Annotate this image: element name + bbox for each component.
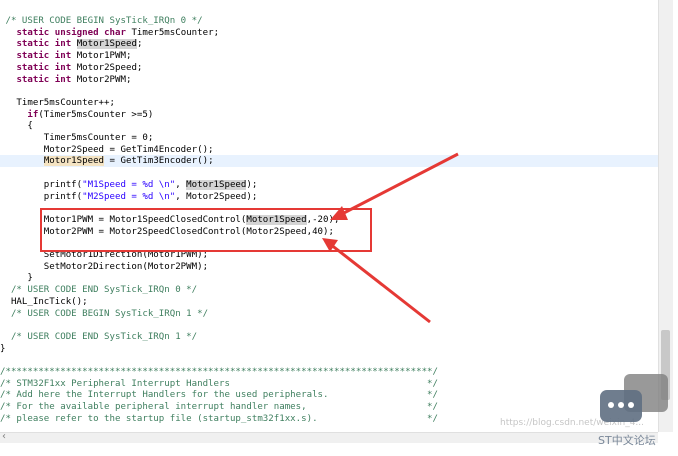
highlight-box [40,208,372,252]
code-token: (Timer5msCounter >=5) [38,109,154,120]
code-line[interactable]: Timer5msCounter++; [0,97,115,109]
code-token: /* For the available peripheral interrup… [0,402,438,413]
code-line[interactable]: Motor2Speed = GetTim4Encoder(); [0,144,214,156]
code-line[interactable]: SetMotor2Direction(Motor2PWM); [0,261,208,273]
code-token: HAL_IncTick(); [0,296,88,307]
code-token: unsigned [54,27,99,38]
code-token: Timer5msCounter++; [0,97,115,108]
code-line[interactable]: HAL_IncTick(); [0,296,88,308]
code-token: int [54,74,72,85]
code-token: int [54,39,72,50]
code-line[interactable]: } [0,343,5,355]
code-token: /***************************************… [0,367,438,377]
code-line[interactable]: /* For the available peripheral interrup… [0,401,438,413]
code-token: Timer5msCounter; [125,27,220,38]
watermark-brand: ST中文论坛 [598,434,656,447]
code-line[interactable]: /* USER CODE END SysTick_IRQn 1 */ [0,331,197,343]
code-line[interactable]: Motor1Speed = GetTim3Encoder(); [0,155,658,168]
code-token: /* Add here the Interrupt Handlers for t… [0,390,438,401]
code-token: static [16,62,50,73]
code-line[interactable]: static int Motor1PWM; [0,50,131,62]
code-token: Motor1Speed [186,179,247,190]
vertical-scrollbar[interactable] [658,0,673,432]
code-token: /* USER CODE BEGIN SysTick_IRQn 1 */ [0,308,209,319]
code-token: static [16,74,50,85]
horizontal-scrollbar[interactable]: ‹ [0,431,658,443]
code-line[interactable]: } [0,272,33,284]
code-token: Motor1Speed [76,39,137,50]
code-token: "M1Speed = %d \n" [82,179,176,190]
code-line[interactable]: if(Timer5msCounter >=5) [0,109,153,121]
code-token: static [16,27,50,38]
code-line[interactable]: /* please refer to the startup file (sta… [0,413,438,425]
code-token: /* USER CODE BEGIN SysTick_IRQn 0 */ [0,16,203,26]
code-token: , Motor2Speed); [175,191,258,202]
code-token: static [16,39,50,50]
code-token: Motor1PWM; [71,51,132,62]
code-line[interactable]: Timer5msCounter = 0; [0,132,154,144]
code-token: printf( [0,179,83,190]
code-token: Motor2PWM; [71,74,132,85]
code-line[interactable]: /* USER CODE BEGIN SysTick_IRQn 1 */ [0,308,208,320]
forum-logo-icon [598,374,670,440]
code-line[interactable]: { [0,120,33,132]
code-line[interactable]: /* Add here the Interrupt Handlers for t… [0,389,438,401]
code-line[interactable]: static int Motor1Speed; [0,38,142,50]
code-token: "M2Speed = %d \n" [82,191,176,202]
code-token: } [0,273,33,284]
code-token: /* please refer to the startup file (sta… [0,413,438,424]
code-line[interactable]: /* USER CODE END SysTick_IRQn 0 */ [0,284,197,296]
code-line[interactable]: printf("M1Speed = %d \n", Motor1Speed); [0,179,257,191]
code-line[interactable]: static unsigned char Timer5msCounter; [0,27,219,39]
code-token: { [0,121,33,132]
code-line[interactable]: /* STM32F1xx Peripheral Interrupt Handle… [0,378,438,390]
scroll-left-arrow-icon[interactable]: ‹ [2,431,6,442]
code-token: ); [246,179,258,190]
code-token: char [104,27,126,38]
code-token: int [54,62,72,73]
code-token: } [0,343,6,354]
code-line[interactable]: /* USER CODE BEGIN SysTick_IRQn 0 */ [0,15,203,27]
code-token: , [175,179,187,190]
code-token: Motor2Speed; [71,62,143,73]
code-token: Motor1Speed [43,156,105,167]
code-token: = GetTim3Encoder(); [104,156,214,167]
code-token: SetMotor2Direction(Motor2PWM); [0,261,209,272]
code-token: /* USER CODE END SysTick_IRQn 1 */ [0,331,198,342]
code-token: Timer5msCounter = 0; [0,133,154,143]
code-line[interactable]: static int Motor2Speed; [0,62,142,74]
code-token: static [16,51,50,62]
code-token: ; [136,39,143,50]
code-line[interactable]: /***************************************… [0,366,438,378]
code-token: int [54,51,72,62]
code-token: if [27,109,39,120]
code-token: Motor2Speed = GetTim4Encoder(); [0,144,214,155]
code-line[interactable]: static int Motor2PWM; [0,74,131,86]
code-token: printf( [0,191,83,202]
code-token: /* STM32F1xx Peripheral Interrupt Handle… [0,378,438,389]
code-token: /* USER CODE END SysTick_IRQn 0 */ [0,285,198,296]
code-line[interactable]: printf("M2Speed = %d \n", Motor2Speed); [0,191,258,203]
